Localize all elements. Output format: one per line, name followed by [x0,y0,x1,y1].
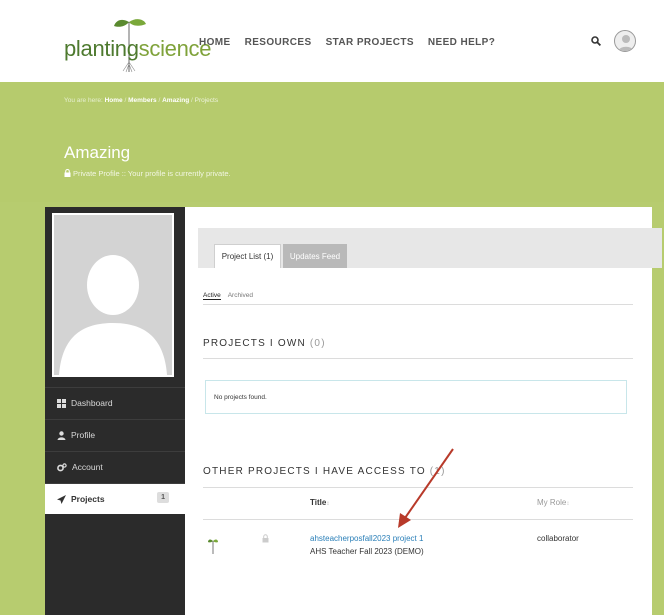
annotation-arrow [398,448,454,528]
